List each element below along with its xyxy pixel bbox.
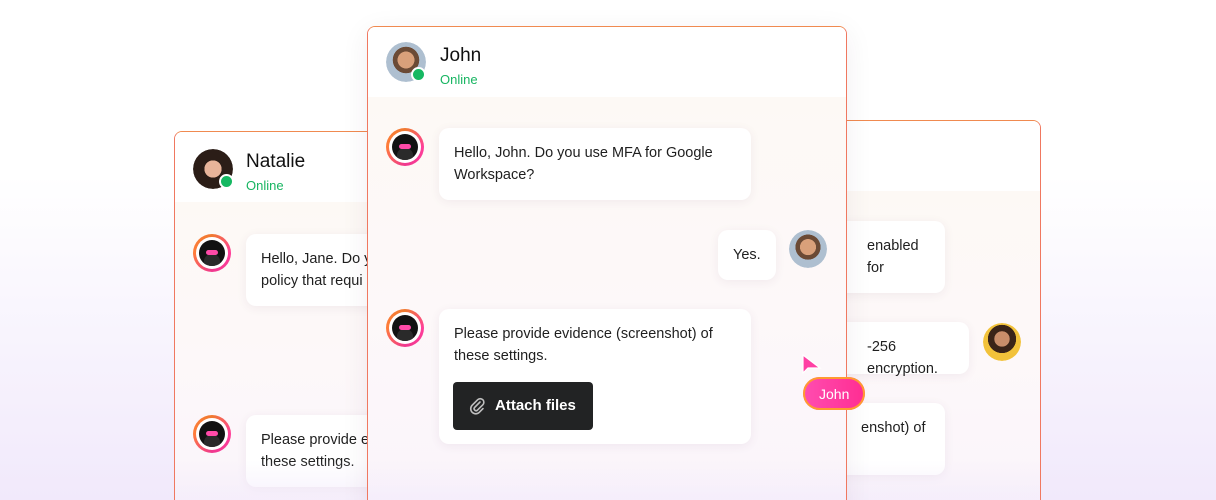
user-avatar-woman [983,323,1021,361]
contact-name: Natalie [246,151,306,172]
message-bubble: Please provide evidence (screenshot) of … [439,309,751,444]
chat-card-center: John Online Hello, John. Do you use MFA … [367,26,847,500]
contact-status: Online [440,72,478,87]
message-bubble-user: Yes. [718,230,776,280]
bot-avatar-icon [386,309,424,347]
user-avatar [789,230,827,268]
online-status-dot [219,174,234,189]
paperclip-icon [469,397,485,415]
chat-header-center: John Online [368,27,846,97]
cursor-pointer-icon [802,354,822,375]
cursor-name-tag: John [803,377,866,410]
chat-body-center: Hello, John. Do you use MFA for Google W… [368,97,846,500]
bot-avatar-icon [386,128,424,166]
contact-status: Online [246,178,284,193]
contact-name: John [440,45,482,66]
message-bubble: Hello, John. Do you use MFA for Google W… [439,128,751,200]
attach-files-button[interactable]: Attach files [453,382,593,430]
bot-avatar-icon [193,234,231,272]
online-status-dot [411,67,426,82]
bot-avatar-icon [193,415,231,453]
